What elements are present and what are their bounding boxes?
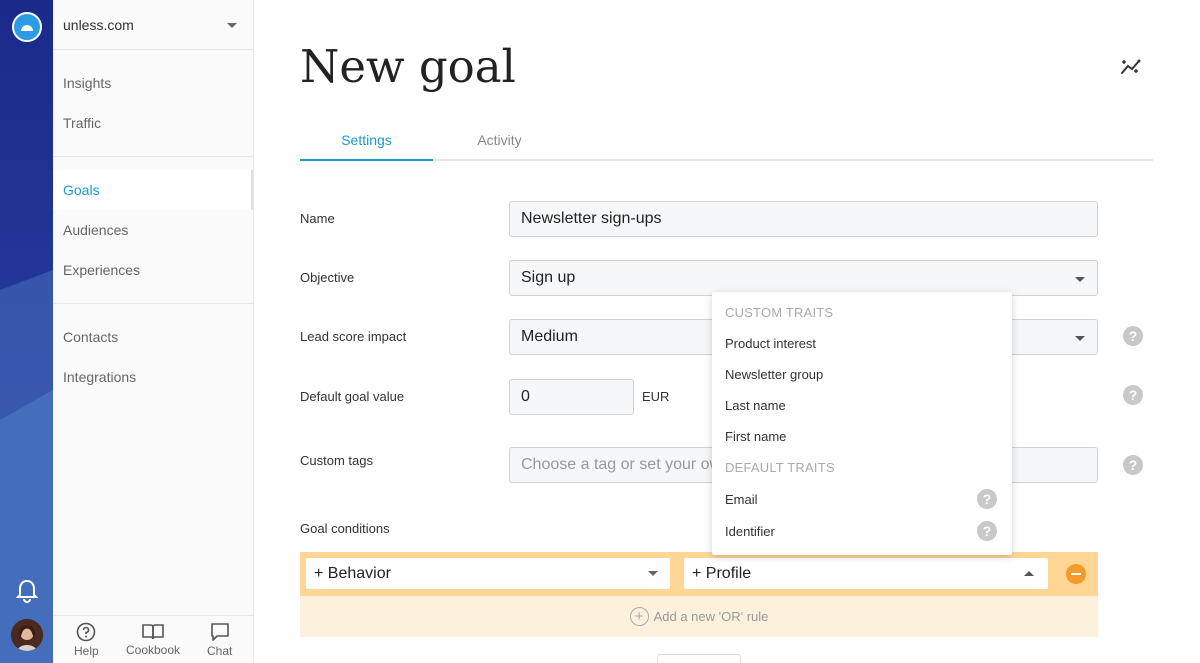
profile-dropdown: CUSTOM TRAITS Product interest Newslette… <box>712 292 1012 555</box>
rail-background <box>0 0 53 663</box>
custom-tags-placeholder: Choose a tag or set your own <box>521 456 731 473</box>
profile-select[interactable]: + Profile <box>684 558 1048 589</box>
objective-value: Sign up <box>521 269 576 286</box>
custom-traits-heading: CUSTOM TRAITS <box>725 305 834 320</box>
add-or-rule-label: Add a new 'OR' rule <box>653 609 769 624</box>
sidebar-item-experiences[interactable]: Experiences <box>53 250 253 290</box>
tab-bar: Settings Activity <box>300 122 1153 161</box>
default-value: 0 <box>521 388 530 405</box>
profile-label: + Profile <box>692 564 752 582</box>
app-rail <box>0 0 53 663</box>
logo-icon[interactable] <box>12 12 42 42</box>
dropdown-item-email[interactable]: Email <box>725 492 758 507</box>
chevron-down-icon <box>227 23 237 28</box>
name-label: Name <box>300 211 335 226</box>
chat-button[interactable]: Chat <box>186 616 253 663</box>
chevron-up-icon <box>1024 571 1034 576</box>
currency-label: EUR <box>642 389 670 404</box>
nav-group-data: Contacts Integrations <box>53 304 253 410</box>
nav-group-analytics: Insights Traffic <box>53 50 253 157</box>
add-or-rule-button[interactable]: + Add a new 'OR' rule <box>300 596 1098 637</box>
name-value: Newsletter sign-ups <box>521 210 662 227</box>
help-icon <box>77 622 96 641</box>
magic-wand-icon[interactable] <box>1120 56 1142 76</box>
plus-circle-icon: + <box>629 607 649 626</box>
remove-condition-button[interactable] <box>1066 564 1086 584</box>
minus-icon <box>1071 573 1081 575</box>
sidebar-item-integrations[interactable]: Integrations <box>53 357 253 397</box>
chat-icon <box>210 622 229 641</box>
custom-tags-label: Custom tags <box>300 453 373 468</box>
sidebar-item-contacts[interactable]: Contacts <box>53 317 253 357</box>
dropdown-item-newsletter-group[interactable]: Newsletter group <box>725 367 823 382</box>
objective-select[interactable]: Sign up <box>509 260 1098 296</box>
question-icon[interactable]: ? <box>977 521 997 541</box>
sidebar-item-goals[interactable]: Goals <box>53 170 253 210</box>
objective-label: Objective <box>300 270 355 285</box>
cookbook-button[interactable]: Cookbook <box>120 616 187 663</box>
nav-group-personalize: Goals Audiences Experiences <box>53 157 253 304</box>
tab-settings[interactable]: Settings <box>300 122 433 161</box>
question-icon[interactable]: ? <box>1123 385 1143 405</box>
default-value-label: Default goal value <box>300 389 405 404</box>
dropdown-item-first-name[interactable]: First name <box>725 429 786 444</box>
cookbook-icon <box>142 623 164 639</box>
chevron-down-icon <box>648 571 658 576</box>
sidebar-item-insights[interactable]: Insights <box>53 63 253 103</box>
default-traits-heading: DEFAULT TRAITS <box>725 460 835 475</box>
sidebar-footer: Help Cookbook Chat <box>53 615 253 663</box>
help-button[interactable]: Help <box>53 616 120 663</box>
save-button[interactable] <box>657 654 741 663</box>
condition-row: + Behavior + Profile <box>300 552 1098 596</box>
question-icon[interactable]: ? <box>1123 326 1143 346</box>
goal-conditions-label: Goal conditions <box>300 521 390 536</box>
dropdown-item-last-name[interactable]: Last name <box>725 398 786 413</box>
cookbook-label: Cookbook <box>125 642 181 657</box>
behavior-select[interactable]: + Behavior <box>306 558 670 589</box>
question-icon[interactable]: ? <box>977 489 997 509</box>
default-value-input[interactable]: 0 <box>509 379 634 415</box>
lead-score-value: Medium <box>521 328 578 345</box>
sidebar: unless.com Insights Traffic Goals Audien… <box>53 0 254 663</box>
sidebar-item-audiences[interactable]: Audiences <box>53 210 253 250</box>
tab-activity[interactable]: Activity <box>433 122 566 159</box>
sidebar-item-traffic[interactable]: Traffic <box>53 103 253 143</box>
behavior-label: + Behavior <box>314 564 391 582</box>
bell-icon[interactable] <box>15 578 39 604</box>
question-icon[interactable]: ? <box>1123 455 1143 475</box>
chat-label: Chat <box>207 643 233 658</box>
lead-score-label: Lead score impact <box>300 329 407 344</box>
chevron-down-icon <box>1075 336 1085 341</box>
page-title: New goal <box>300 40 516 93</box>
dropdown-item-identifier[interactable]: Identifier <box>725 524 775 539</box>
help-label: Help <box>73 643 99 658</box>
chevron-down-icon <box>1075 277 1085 282</box>
name-input[interactable]: Newsletter sign-ups <box>509 201 1098 237</box>
workspace-select[interactable]: unless.com <box>53 0 253 50</box>
dropdown-item-product-interest[interactable]: Product interest <box>725 336 816 351</box>
avatar[interactable] <box>11 619 43 651</box>
workspace-name: unless.com <box>63 16 134 33</box>
